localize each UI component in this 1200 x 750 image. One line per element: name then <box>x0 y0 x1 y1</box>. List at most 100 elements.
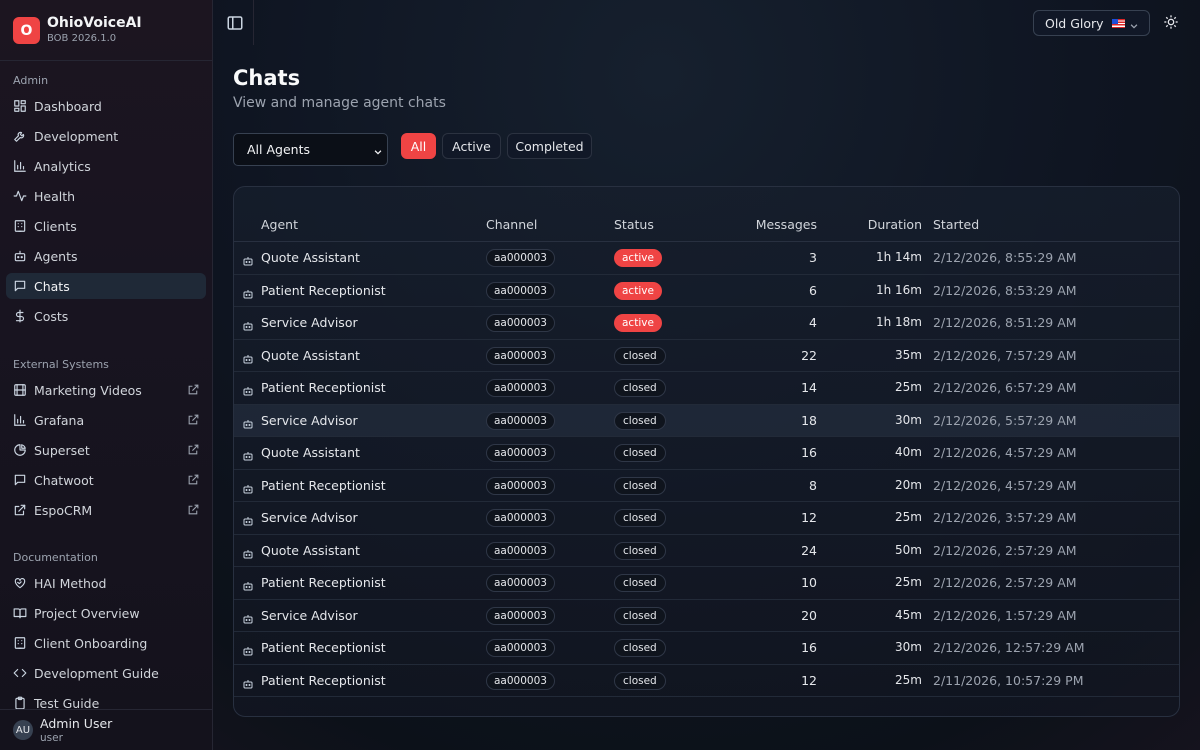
status-badge: closed <box>614 411 666 430</box>
started-time: 2/12/2026, 6:57:29 AM <box>933 380 1077 395</box>
sidebar-item-clients[interactable]: Clients <box>6 213 206 239</box>
bot-icon <box>242 545 254 558</box>
duration: 20m <box>895 477 922 492</box>
sidebar-item-development[interactable]: Development <box>6 123 206 149</box>
chevron-down-icon <box>1129 19 1139 29</box>
sidebar-item-client-onboarding[interactable]: Client Onboarding <box>6 630 206 656</box>
sidebar-item-hai-method[interactable]: HAI Method <box>6 570 206 596</box>
table-row[interactable]: Patient Receptionist aa000003 closed 16 30m 2… <box>234 632 1179 665</box>
duration: 40m <box>895 445 922 459</box>
heart-handshake-icon <box>13 576 27 590</box>
table-row[interactable]: Quote Assistant aa000003 closed 22 35m 2/12/2… <box>234 340 1179 372</box>
table-row[interactable]: Service Advisor aa000003 active 4 1h 18m 2/12… <box>234 307 1179 340</box>
status-badge: closed <box>614 574 666 592</box>
table-row[interactable]: Quote Assistant aa000003 active 3 1h 14m 2/12… <box>234 242 1179 275</box>
tab-all[interactable]: All <box>401 133 436 159</box>
theme-select[interactable]: Old Glory <box>1033 10 1150 36</box>
brand[interactable]: O OhioVoiceAI BOB 2026.1.0 <box>13 15 142 46</box>
channel-badge: aa000003 <box>486 671 555 690</box>
channel-badge: aa000003 <box>486 476 555 495</box>
brand-name: OhioVoiceAI <box>47 15 142 31</box>
agent-filter-select[interactable]: All Agents <box>233 133 388 166</box>
building-icon <box>13 636 27 650</box>
table-row[interactable]: Patient Receptionist aa000003 closed 10 25m 2… <box>234 567 1179 600</box>
sidebar-item-health[interactable]: Health <box>6 183 206 209</box>
status-badge: active <box>614 314 662 332</box>
sidebar-item-espocrm[interactable]: EspoCRM <box>6 497 206 523</box>
channel-badge: aa000003 <box>486 574 555 592</box>
sidebar-item-label: Analytics <box>34 158 91 174</box>
divider <box>0 60 213 61</box>
sidebar-item-development-guide[interactable]: Development Guide <box>6 660 206 686</box>
user-menu[interactable]: AU Admin User user <box>0 709 213 750</box>
sidebar-toggle-icon[interactable] <box>226 14 244 32</box>
sidebar-item-superset[interactable]: Superset <box>6 437 206 463</box>
duration: 25m <box>895 575 922 589</box>
sidebar-item-project-overview[interactable]: Project Overview <box>6 600 206 626</box>
divider <box>253 0 254 45</box>
agent-name: Service Advisor <box>261 510 358 525</box>
table-row[interactable]: Patient Receptionist aa000003 closed 8 20m 2/… <box>234 470 1179 502</box>
table-row[interactable]: Service Advisor aa000003 closed 18 30m 2/12/2… <box>234 404 1179 437</box>
column-header-messages[interactable]: Messages <box>756 217 817 232</box>
agent-name: Patient Receptionist <box>261 575 386 590</box>
status-badge: closed <box>614 671 666 690</box>
channel-badge: aa000003 <box>486 541 555 560</box>
chats-table: Agent Channel Status Messages Duration S… <box>233 186 1180 717</box>
tab-completed[interactable]: Completed <box>507 133 592 159</box>
brand-logo: O <box>13 17 40 44</box>
pie-chart-icon <box>13 443 27 457</box>
activity-icon <box>13 189 27 203</box>
sidebar-item-agents[interactable]: Agents <box>6 243 206 269</box>
column-header-channel[interactable]: Channel <box>486 217 537 232</box>
column-header-status[interactable]: Status <box>614 217 654 232</box>
message-icon <box>13 473 27 487</box>
avatar: AU <box>13 720 33 740</box>
table-row[interactable]: Service Advisor aa000003 closed 20 45m 2/12/2… <box>234 600 1179 632</box>
sidebar-item-marketing-videos[interactable]: Marketing Videos <box>6 377 206 403</box>
sidebar-item-label: Agents <box>34 248 78 264</box>
table-row[interactable]: Patient Receptionist aa000003 closed 12 25m 2… <box>234 665 1179 697</box>
dashboard-icon <box>13 99 27 113</box>
agent-name: Patient Receptionist <box>261 282 386 298</box>
external-link-icon <box>13 503 27 517</box>
agent-name: Service Advisor <box>261 315 358 330</box>
external-link-icon <box>187 473 200 486</box>
table-row[interactable]: Quote Assistant aa000003 closed 16 40m 2/12/2… <box>234 437 1179 470</box>
message-count: 12 <box>801 672 817 688</box>
table-row[interactable]: Patient Receptionist aa000003 active 6 1h 16… <box>234 275 1179 307</box>
sidebar-item-costs[interactable]: Costs <box>6 303 206 329</box>
table-row[interactable]: Service Advisor aa000003 closed 12 25m 2/12/2… <box>234 502 1179 535</box>
table-row[interactable]: Patient Receptionist aa000003 closed 14 25m 2… <box>234 372 1179 405</box>
sidebar-item-analytics[interactable]: Analytics <box>6 153 206 179</box>
bot-icon <box>242 480 254 493</box>
clipboard-icon <box>13 696 27 710</box>
film-icon <box>13 383 27 397</box>
column-header-duration[interactable]: Duration <box>868 217 922 232</box>
external-link-icon <box>187 413 200 426</box>
sidebar-item-dashboard[interactable]: Dashboard <box>6 93 206 119</box>
column-header-started[interactable]: Started <box>933 217 979 232</box>
status-badge: closed <box>614 541 666 560</box>
sidebar-item-chatwoot[interactable]: Chatwoot <box>6 467 206 493</box>
sidebar-item-chats[interactable]: Chats <box>6 273 206 299</box>
table-row[interactable]: Quote Assistant aa000003 closed 24 50m 2/12/2… <box>234 535 1179 567</box>
sidebar-item-label: Costs <box>34 308 69 324</box>
bar-chart-icon <box>13 413 27 427</box>
started-time: 2/12/2026, 8:55:29 AM <box>933 250 1077 265</box>
started-time: 2/12/2026, 5:57:29 AM <box>933 412 1077 428</box>
sidebar-item-label: Grafana <box>34 412 85 428</box>
sidebar-item-grafana[interactable]: Grafana <box>6 407 206 433</box>
sidebar-item-label: Project Overview <box>34 605 140 621</box>
us-flag-icon <box>1111 18 1125 28</box>
message-count: 16 <box>801 640 817 655</box>
started-time: 2/12/2026, 1:57:29 AM <box>933 607 1077 623</box>
sun-icon[interactable] <box>1163 14 1181 32</box>
channel-badge: aa000003 <box>486 314 555 332</box>
channel-badge: aa000003 <box>486 509 555 527</box>
wrench-icon <box>13 129 27 143</box>
column-header-agent[interactable]: Agent <box>261 217 298 232</box>
sidebar-item-label: Superset <box>34 442 90 458</box>
building-icon <box>13 219 27 233</box>
tab-active[interactable]: Active <box>442 133 501 159</box>
